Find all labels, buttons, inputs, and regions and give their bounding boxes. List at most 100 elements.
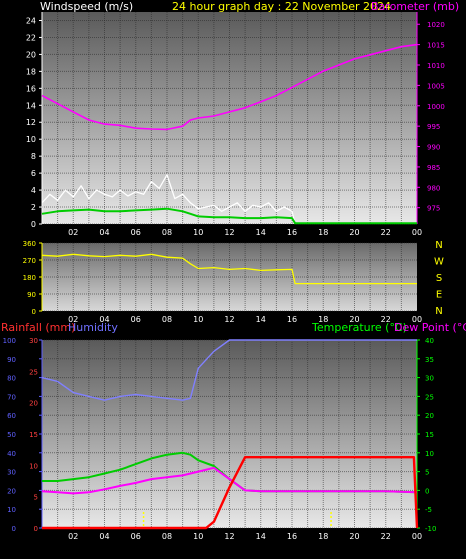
direction-x-tick-label: 14 — [256, 315, 266, 324]
rain-axis-tick-label: 0 — [34, 525, 38, 533]
wind-axis-tick-label: 12 — [26, 118, 36, 127]
humidity-axis-tick-label: 50 — [7, 431, 16, 439]
humidity-axis-tick-label: 40 — [7, 450, 16, 458]
humidity-axis-tick-label: 100 — [3, 337, 16, 345]
dewpoint-axis-title: Dew Point (°C) — [394, 321, 466, 334]
wind-axis-tick-label: 8 — [31, 152, 36, 161]
rain-axis-tick-label: 5 — [34, 494, 38, 502]
wind-x-tick-label: 18 — [318, 228, 328, 237]
weather-graph: Windspeed (m/s) 24 hour graph day : 22 N… — [1, 0, 466, 541]
wind-axis-tick-label: 18 — [26, 67, 36, 76]
rain-axis-tick-label: 15 — [29, 431, 38, 439]
temperature-axis-tick-label: -5 — [425, 506, 432, 514]
wind-x-tick-label: 06 — [131, 228, 141, 237]
rain-panel-x-tick-label: 20 — [349, 532, 359, 541]
humidity-axis-tick-label: 30 — [7, 469, 16, 477]
wind-axis-tick-label: 24 — [26, 16, 36, 25]
humidity-axis-tick-label: 80 — [7, 375, 16, 383]
direction-x-tick-label: 08 — [162, 315, 172, 324]
rain-panel-x-tick-label: 06 — [131, 532, 141, 541]
wind-x-tick-label: 20 — [349, 228, 359, 237]
humidity-axis-tick-label: 10 — [7, 506, 16, 514]
rain-axis-tick-label: 20 — [29, 400, 38, 408]
wind-axis-tick-label: 0 — [31, 220, 36, 229]
direction-x-tick-label: 18 — [318, 315, 328, 324]
rain-panel-x-tick-label: 14 — [256, 532, 266, 541]
barometer-axis-tick-label: 1015 — [427, 42, 445, 50]
rain-panel-x-tick-label: 12 — [224, 532, 234, 541]
direction-x-tick-label: 00 — [412, 315, 422, 324]
direction-axis-tick-label: 180 — [23, 274, 36, 282]
compass-label-N: N — [435, 240, 442, 251]
temperature-axis-tick-label: 35 — [425, 356, 434, 364]
compass-label-S: S — [436, 273, 442, 284]
direction-x-tick-label: 12 — [224, 315, 234, 324]
rain-panel-x-tick-label: 02 — [68, 532, 78, 541]
barometer-axis-tick-label: 995 — [427, 123, 440, 131]
barometer-axis-tick-label: 985 — [427, 164, 440, 172]
wind-x-tick-label: 12 — [224, 228, 234, 237]
windspeed-axis-title: Windspeed (m/s) — [40, 0, 133, 13]
temperature-axis-tick-label: 20 — [425, 412, 434, 420]
wind-axis-tick-label: 14 — [26, 101, 36, 110]
direction-x-tick-label: 04 — [99, 315, 109, 324]
direction-axis-tick-label: 270 — [23, 257, 36, 265]
rain-panel-x-tick-label: 00 — [412, 532, 422, 541]
wind-x-tick-label: 00 — [412, 228, 422, 237]
compass-label-E: E — [436, 290, 442, 301]
direction-x-tick-label: 20 — [349, 315, 359, 324]
humidity-axis-tick-label: 70 — [7, 393, 16, 401]
barometer-axis-tick-label: 1000 — [427, 103, 445, 111]
rain-axis-tick-label: 25 — [29, 368, 38, 376]
wind-axis-tick-label: 16 — [26, 84, 36, 93]
direction-x-tick-label: 02 — [68, 315, 78, 324]
wind-axis-tick-label: 20 — [26, 50, 36, 59]
wind-x-tick-label: 08 — [162, 228, 172, 237]
wind-x-tick-label: 16 — [287, 228, 297, 237]
temperature-axis-tick-label: 5 — [425, 469, 429, 477]
rain-panel-x-tick-label: 10 — [193, 532, 203, 541]
barometer-axis-tick-label: 990 — [427, 144, 440, 152]
temperature-axis-tick-label: 15 — [425, 431, 434, 439]
temperature-axis-tick-label: 0 — [425, 487, 429, 495]
wind-axis-tick-label: 4 — [31, 186, 36, 195]
wind-x-tick-label: 04 — [99, 228, 109, 237]
barometer-axis-title: Barometer (mb) — [371, 0, 459, 13]
wind-x-tick-label: 14 — [256, 228, 266, 237]
wind-axis-tick-label: 10 — [26, 135, 36, 144]
temperature-axis-tick-label: 30 — [425, 375, 434, 383]
wind-x-tick-label: 02 — [68, 228, 78, 237]
rain-panel-x-tick-label: 08 — [162, 532, 172, 541]
barometer-axis-tick-label: 1020 — [427, 21, 445, 29]
barometer-axis-tick-label: 980 — [427, 184, 440, 192]
wind-x-tick-label: 22 — [381, 228, 391, 237]
rain-panel-x-tick-label: 16 — [287, 532, 297, 541]
wind-x-tick-label: 10 — [193, 228, 203, 237]
rain-panel-x-tick-label: 04 — [99, 532, 109, 541]
direction-x-tick-label: 16 — [287, 315, 297, 324]
rain-axis-tick-label: 10 — [29, 462, 38, 470]
barometer-axis-tick-label: 1010 — [427, 62, 445, 70]
direction-axis-tick-label: 0 — [32, 308, 36, 316]
humidity-axis-tick-label: 20 — [7, 487, 16, 495]
wind-axis-tick-label: 2 — [31, 203, 36, 212]
rainfall-axis-title: Rainfall (mm) — [1, 321, 75, 334]
wind-axis-tick-label: 6 — [31, 169, 36, 178]
chart-title: 24 hour graph day : 22 November 2024 — [172, 0, 391, 13]
barometer-axis-tick-label: 975 — [427, 205, 440, 213]
direction-x-tick-label: 10 — [193, 315, 203, 324]
temperature-axis-tick-label: 10 — [425, 450, 434, 458]
direction-axis-tick-label: 360 — [23, 240, 36, 248]
humidity-axis-tick-label: 90 — [7, 356, 16, 364]
humidity-axis-tick-label: 60 — [7, 412, 16, 420]
humidity-axis-tick-label: 0 — [12, 525, 16, 533]
compass-label-N: N — [435, 306, 442, 317]
temperature-axis-tick-label: 25 — [425, 393, 434, 401]
direction-x-tick-label: 22 — [381, 315, 391, 324]
compass-label-W: W — [434, 257, 444, 268]
barometer-axis-tick-label: 1005 — [427, 82, 445, 90]
temperature-axis-tick-label: 40 — [425, 337, 434, 345]
rain-panel-x-tick-label: 18 — [318, 532, 328, 541]
temperature-axis-tick-label: -10 — [425, 525, 436, 533]
direction-axis-tick-label: 90 — [27, 291, 36, 299]
